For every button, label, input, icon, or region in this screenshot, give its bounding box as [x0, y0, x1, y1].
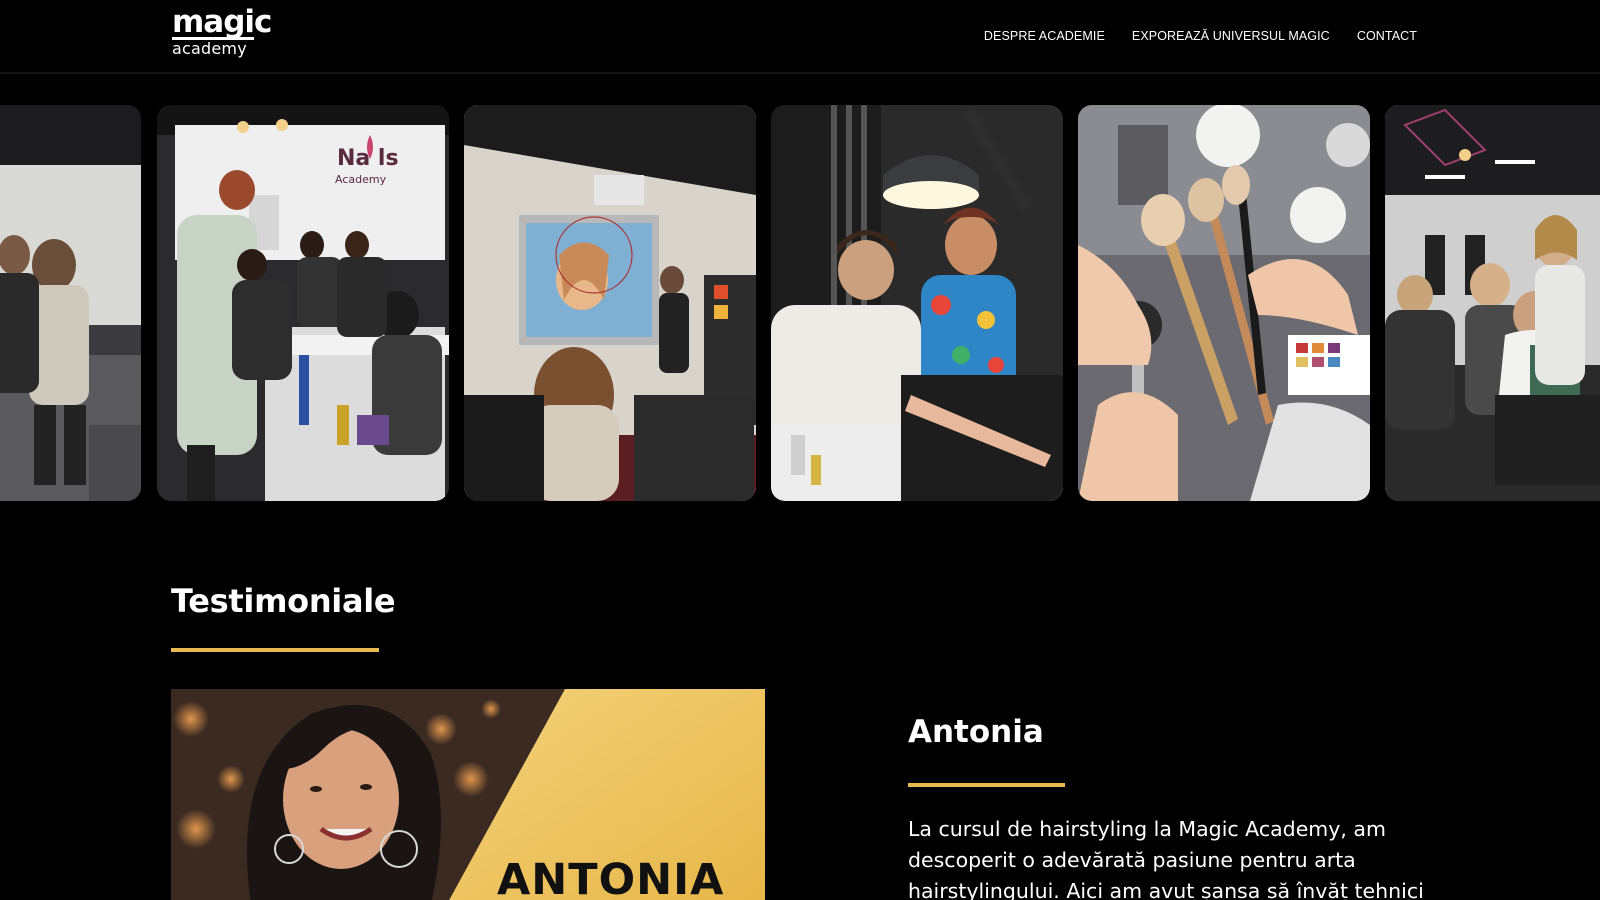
testimonial-name: Antonia [908, 714, 1044, 750]
nav-exporeaza-universul-magic[interactable]: EXPOREAZĂ UNIVERSUL MAGIC [1132, 29, 1330, 43]
gallery-photo-manicure-practice[interactable] [771, 105, 1063, 501]
gallery-photo-makeup-brushes[interactable] [1078, 105, 1370, 501]
main-nav: DESPRE ACADEMIE EXPOREAZĂ UNIVERSUL MAGI… [984, 29, 1417, 43]
svg-text:Academy: Academy [335, 173, 387, 186]
gallery-photo-salon-students[interactable] [1385, 105, 1600, 501]
photo-gallery: Na ls Academy [0, 105, 1600, 501]
magic-academy-logo[interactable]: magic academy [172, 4, 272, 60]
nav-contact[interactable]: CONTACT [1357, 29, 1417, 43]
gallery-photo-classroom-group[interactable] [0, 105, 141, 501]
testimonial-photo-label: ANTONIA [497, 855, 725, 900]
gallery-photo-nails-academy[interactable]: Na ls Academy [157, 105, 449, 501]
testimonials-title-underline [171, 648, 379, 652]
gallery-photo-hairstyling-presentation[interactable] [464, 105, 756, 501]
site-header: magic academy DESPRE ACADEMIE EXPOREAZĂ … [0, 0, 1600, 74]
testimonial-photo[interactable]: ANTONIA [171, 689, 765, 900]
testimonial-text: La cursul de hairstyling la Magic Academ… [908, 817, 1424, 900]
nav-despre-academie[interactable]: DESPRE ACADEMIE [984, 29, 1105, 43]
testimonial-name-underline [908, 783, 1065, 787]
logo-wordmark-top: magic [172, 4, 272, 40]
testimonials-title: Testimoniale [171, 582, 396, 620]
logo-wordmark-bottom: academy [172, 39, 247, 58]
